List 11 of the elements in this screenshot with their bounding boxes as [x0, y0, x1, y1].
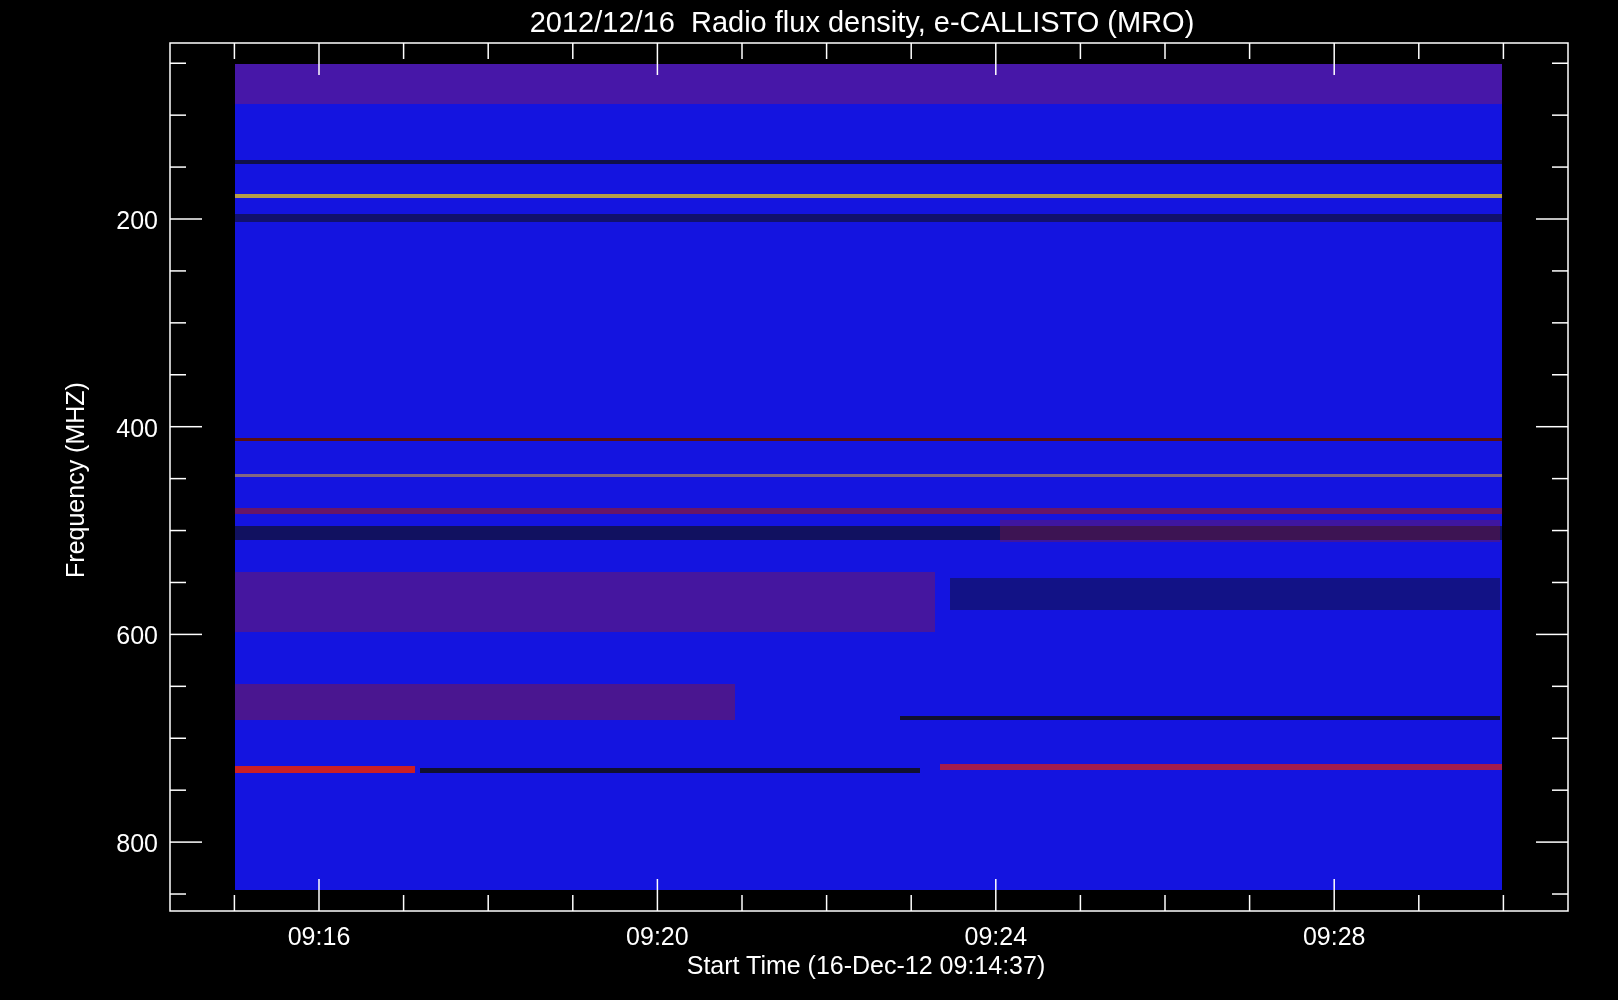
chart-title: 2012/12/16 Radio flux density, e-CALLISTO (MRO) [529, 6, 1195, 38]
y-tick-label: 600 [116, 621, 158, 650]
y-axis-label: Frequency (MHZ) [61, 382, 89, 578]
x-tick-label: 09:16 [287, 922, 351, 950]
x-tick-label: 09:24 [964, 922, 1028, 950]
y-tick-label: 400 [116, 413, 158, 442]
x-tick-label: 09:28 [1302, 922, 1366, 950]
x-tick-label: 09:20 [626, 922, 689, 950]
y-tick-label: 800 [116, 829, 158, 858]
x-axis-label: Start Time (16-Dec-12 09:14:37) [686, 951, 1046, 979]
y-tick-label: 200 [116, 206, 158, 234]
